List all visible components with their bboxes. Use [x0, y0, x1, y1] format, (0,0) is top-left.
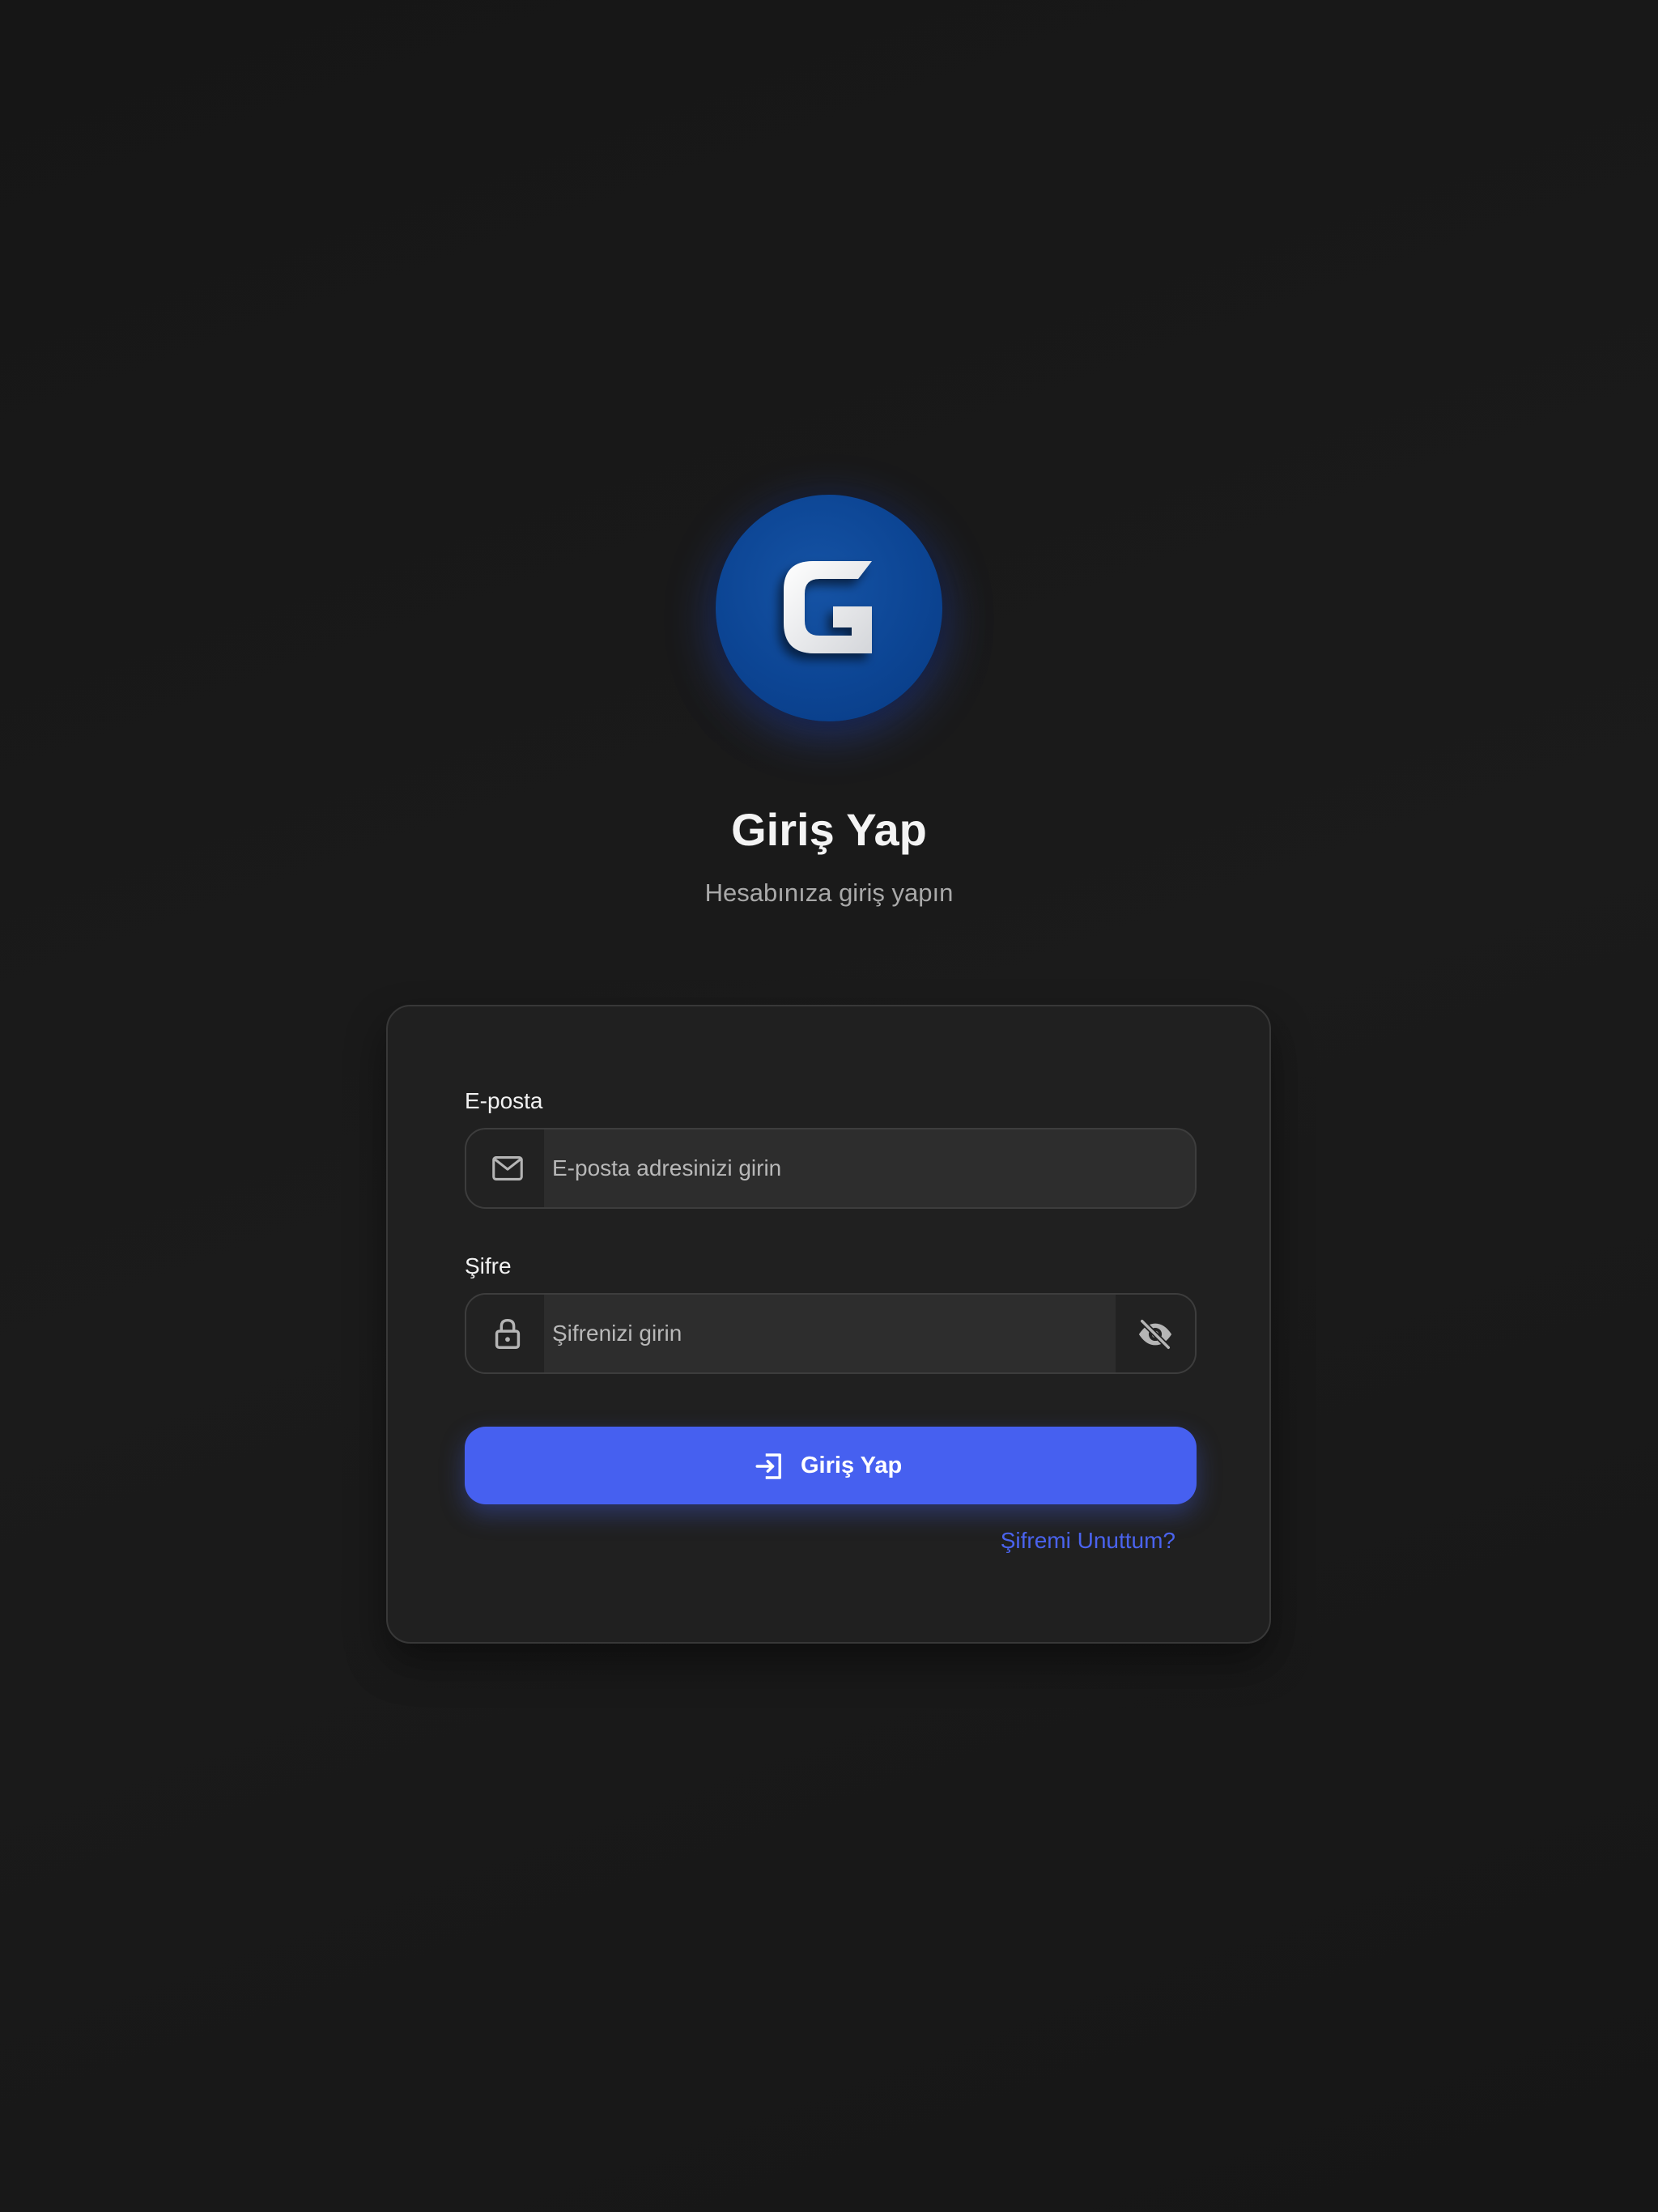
page-title: Giriş Yap	[731, 804, 927, 855]
page-subtitle: Hesabınıza giriş yapın	[704, 878, 954, 907]
app-logo	[716, 495, 942, 721]
password-icon-cell	[466, 1295, 544, 1372]
password-input[interactable]	[544, 1295, 1116, 1372]
password-visibility-toggle[interactable]	[1116, 1295, 1195, 1372]
lock-icon	[495, 1318, 521, 1349]
email-input[interactable]	[544, 1129, 1195, 1207]
login-button-label: Giriş Yap	[801, 1453, 903, 1478]
login-button[interactable]: Giriş Yap	[465, 1427, 1197, 1504]
forgot-password-link[interactable]: Şifremi Unuttum?	[1001, 1526, 1175, 1555]
login-card: E-posta Şifre	[386, 1005, 1271, 1644]
g-letter-logo-icon	[784, 561, 872, 653]
login-icon	[755, 1453, 781, 1479]
password-label: Şifre	[465, 1253, 512, 1278]
password-field-container	[465, 1293, 1197, 1374]
email-label: E-posta	[465, 1088, 543, 1113]
email-field-container	[465, 1128, 1197, 1209]
login-page: Giriş Yap Hesabınıza giriş yapın E-posta…	[0, 0, 1658, 2212]
login-button-content: Giriş Yap	[465, 1427, 1197, 1504]
mail-icon	[492, 1156, 523, 1180]
eye-off-icon	[1138, 1318, 1172, 1351]
email-icon-cell	[466, 1129, 544, 1207]
